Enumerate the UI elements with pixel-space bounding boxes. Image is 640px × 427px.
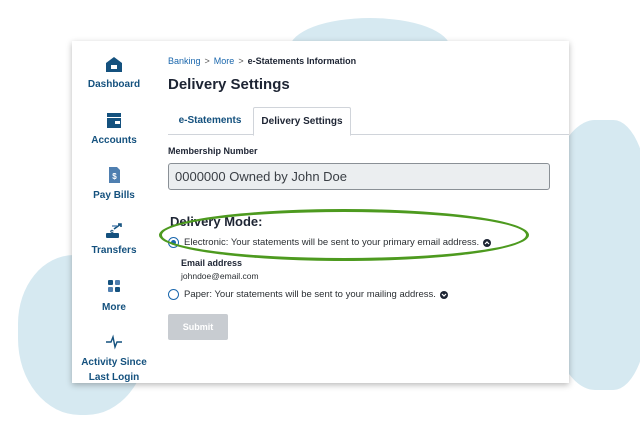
- sidebar-item-pay-bills[interactable]: $ Pay Bills: [72, 166, 156, 203]
- main-content: Banking > More > e-Statements Information De…: [168, 41, 569, 383]
- sidebar-item-label: Transfers: [91, 245, 137, 256]
- paper-option[interactable]: Paper: Your statements will be sent to y…: [168, 289, 448, 300]
- membership-number-label: Membership Number: [168, 146, 258, 156]
- electronic-radio[interactable]: [168, 237, 179, 248]
- sidebar-item-transfers[interactable]: $ Transfers: [72, 221, 156, 258]
- svg-text:$: $: [110, 230, 114, 237]
- breadcrumb-banking[interactable]: Banking: [168, 56, 201, 66]
- breadcrumb-current: e-Statements Information: [247, 56, 357, 66]
- bill-icon: $: [109, 167, 120, 183]
- sidebar-item-label: Dashboard: [87, 79, 141, 90]
- tab-bar: e-Statements Delivery Settings: [168, 107, 569, 136]
- sidebar-item-label: More: [102, 302, 126, 313]
- paper-radio[interactable]: [168, 289, 179, 300]
- svg-text:$: $: [112, 172, 117, 181]
- submit-button[interactable]: Submit: [168, 314, 228, 340]
- sidebar-item-label: Pay Bills: [93, 190, 135, 201]
- sidebar: Dashboard Accounts $ Pay Bills $ Transfe…: [72, 41, 156, 383]
- wallet-icon: [107, 113, 121, 128]
- breadcrumb-more[interactable]: More: [214, 56, 235, 66]
- tab-delivery-settings[interactable]: Delivery Settings: [253, 107, 351, 136]
- membership-number-field[interactable]: [168, 163, 550, 190]
- sidebar-item-activity[interactable]: Activity Since Last Login: [72, 333, 156, 385]
- chevron-up-icon[interactable]: [483, 238, 492, 247]
- breadcrumb-separator: >: [238, 56, 244, 66]
- transfer-icon: $: [106, 223, 122, 238]
- paper-option-label: Paper: Your statements will be sent to y…: [184, 289, 436, 300]
- sidebar-item-label: Accounts: [91, 135, 137, 146]
- page-title: Delivery Settings: [168, 76, 290, 93]
- delivery-mode-title: Delivery Mode:: [170, 214, 263, 229]
- breadcrumb-separator: >: [204, 56, 210, 66]
- tab-e-statements[interactable]: e-Statements: [170, 107, 250, 135]
- breadcrumb: Banking > More > e-Statements Information: [168, 56, 356, 66]
- electronic-option[interactable]: Electronic: Your statements will be sent…: [168, 237, 492, 248]
- app-window: Dashboard Accounts $ Pay Bills $ Transfe…: [72, 41, 569, 383]
- sidebar-item-label: Activity Since Last Login: [81, 357, 147, 383]
- activity-icon: [106, 334, 122, 350]
- chevron-down-icon[interactable]: [439, 290, 448, 299]
- email-address-value: johndoe@email.com: [181, 271, 259, 281]
- sidebar-item-more[interactable]: More: [72, 278, 156, 315]
- sidebar-item-dashboard[interactable]: Dashboard: [72, 55, 156, 92]
- email-address-label: Email address: [181, 258, 243, 268]
- home-icon: [106, 57, 122, 72]
- electronic-option-label: Electronic: Your statements will be sent…: [184, 237, 480, 248]
- grid-icon: [108, 280, 120, 292]
- sidebar-item-accounts[interactable]: Accounts: [72, 111, 156, 148]
